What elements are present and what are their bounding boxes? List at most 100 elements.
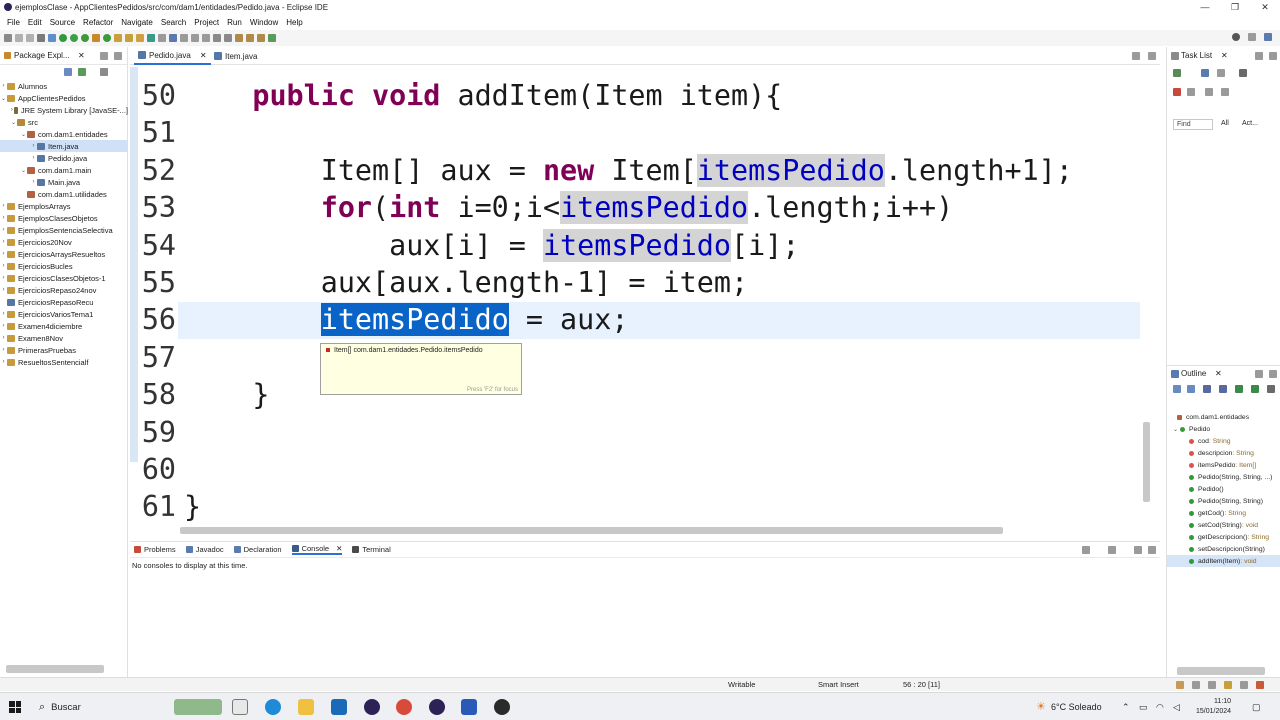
tree-item-utilidades[interactable]: com.dam1.utilidades (0, 188, 128, 200)
close-button[interactable]: ✕ (1250, 0, 1280, 15)
collapse-icon[interactable]: ⌄ (1171, 426, 1180, 433)
save-icon[interactable] (15, 34, 23, 42)
tab-item-java[interactable]: Item.java (210, 47, 261, 65)
new-task-icon[interactable] (1173, 69, 1181, 77)
collapse-icon[interactable]: ⌄ (20, 131, 27, 138)
eclipse-icon[interactable] (429, 699, 445, 715)
expand-icon[interactable]: › (0, 251, 7, 257)
tree-item-ejerciciosbucles[interactable]: › EjerciciosBucles (0, 260, 128, 272)
new-icon[interactable] (4, 34, 12, 42)
tree-item-pedido-java[interactable]: › Pedido.java (0, 152, 128, 164)
task-filter-icon[interactable] (1173, 88, 1181, 96)
expand-icon[interactable]: › (30, 155, 37, 161)
external-tools-icon[interactable] (81, 34, 89, 42)
all-filter-link[interactable]: All (1221, 120, 1229, 127)
expand-icon[interactable]: › (0, 323, 7, 329)
tree-item-ejerciciosrepasorecu[interactable]: EjerciciosRepasoRecu (0, 296, 128, 308)
tab-console[interactable]: Console ✕ (291, 544, 343, 555)
display-console-icon[interactable] (1082, 546, 1090, 554)
tab-problems[interactable]: Problems (134, 545, 176, 554)
task-view-icon[interactable] (232, 699, 248, 715)
open-type-icon[interactable] (114, 34, 122, 42)
editor-vertical-scrollbar[interactable] (1142, 67, 1151, 523)
collapse-all-icon[interactable] (1205, 88, 1213, 96)
expand-icon[interactable]: › (0, 203, 7, 209)
menu-window[interactable]: Window (246, 15, 282, 30)
outline-item[interactable]: getCod() : String (1167, 507, 1280, 519)
edge-icon[interactable] (265, 699, 281, 715)
sort-icon[interactable] (1187, 385, 1195, 393)
menu-run[interactable]: Run (223, 15, 246, 30)
outline-item[interactable]: getDescripcion() : String (1167, 531, 1280, 543)
hide-local-types-icon[interactable] (1251, 385, 1259, 393)
menu-project[interactable]: Project (190, 15, 223, 30)
volume-icon[interactable]: ◁ (1173, 702, 1180, 713)
maximize-button[interactable]: ❐ (1220, 0, 1250, 15)
outline-item[interactable]: itemsPedido : Item[] (1167, 459, 1280, 471)
expand-icon[interactable]: › (0, 347, 7, 353)
editor-horizontal-scrollbar[interactable] (180, 527, 1003, 534)
view-menu-icon[interactable] (1267, 385, 1275, 393)
link-editor-icon[interactable] (78, 68, 86, 76)
new-class-icon[interactable] (103, 34, 111, 42)
outline-scrollbar[interactable] (1177, 667, 1265, 675)
tree-item-jre-library[interactable]: › JRE System Library [JavaSE-...] (0, 104, 128, 116)
outline-item[interactable]: descripcion : String (1167, 447, 1280, 459)
tree-item-main-java[interactable]: › Main.java (0, 176, 128, 188)
outline-item[interactable]: Pedido() (1167, 483, 1280, 495)
tab-task-list[interactable]: Task List (1181, 51, 1212, 60)
minimize-view-icon[interactable] (1134, 546, 1142, 554)
search-highlight-icon[interactable] (174, 699, 222, 715)
obs-icon[interactable] (494, 699, 510, 715)
tree-item-resueltossentencialf[interactable]: › ResueltosSentencialf (0, 356, 128, 368)
tree-item-main-pkg[interactable]: ⌄ com.dam1.main (0, 164, 128, 176)
tree-item-ejerciciosvariostema1[interactable]: › EjerciciosVariosTema1 (0, 308, 128, 320)
minimize-view-icon[interactable] (1132, 52, 1140, 60)
taskbar-clock[interactable]: 11:10 15/01/2024 (1196, 697, 1231, 717)
close-icon[interactable]: ✕ (336, 544, 342, 553)
coverage-icon[interactable] (70, 34, 78, 42)
tree-item-examen4diciembre[interactable]: › Examen4diciembre (0, 320, 128, 332)
close-icon[interactable]: ✕ (78, 51, 85, 60)
last-edit-icon[interactable] (235, 34, 243, 42)
tree-item-entidades[interactable]: ⌄ com.dam1.entidades (0, 128, 128, 140)
tray-tool-icon[interactable] (1224, 681, 1232, 689)
debug-icon[interactable] (48, 34, 56, 42)
collapse-icon[interactable]: ⌄ (20, 167, 27, 174)
save-all-icon[interactable] (26, 34, 34, 42)
collapse-icon[interactable]: ⌄ (10, 119, 17, 126)
tray-tool-icon[interactable] (1208, 681, 1216, 689)
tab-javadoc[interactable]: Javadoc (185, 545, 224, 554)
tab-declaration[interactable]: Declaration (233, 545, 282, 554)
terminal-icon[interactable] (37, 34, 45, 42)
package-explorer-scrollbar[interactable] (6, 665, 104, 673)
expand-icon[interactable]: › (30, 143, 37, 149)
run-icon[interactable] (59, 34, 67, 42)
hide-static-icon[interactable] (1219, 385, 1227, 393)
minimize-view-icon[interactable] (1255, 52, 1263, 60)
menu-edit[interactable]: Edit (24, 15, 46, 30)
tab-terminal[interactable]: Terminal (352, 545, 391, 554)
tray-tool-icon[interactable] (1192, 681, 1200, 689)
view-menu-icon[interactable] (100, 68, 108, 76)
menu-help[interactable]: Help (282, 15, 306, 30)
maximize-view-icon[interactable] (1269, 370, 1277, 378)
pilcrow-icon[interactable] (202, 34, 210, 42)
block-selection-icon[interactable] (180, 34, 188, 42)
tree-item-ejerciciosrepaso24nov[interactable]: › EjerciciosRepaso24nov (0, 284, 128, 296)
expand-icon[interactable]: › (0, 335, 7, 341)
menu-search[interactable]: Search (157, 15, 190, 30)
new-java-project-icon[interactable] (92, 34, 100, 42)
file-explorer-icon[interactable] (298, 699, 314, 715)
tree-item-appclientespedidos[interactable]: ⌄ AppClientesPedidos (0, 92, 128, 104)
word-icon[interactable] (461, 699, 477, 715)
tray-tool-icon[interactable] (1176, 681, 1184, 689)
minimize-view-icon[interactable] (1255, 370, 1263, 378)
forward-icon[interactable] (257, 34, 265, 42)
expand-icon[interactable]: › (0, 311, 7, 317)
outline-item[interactable]: setCod(String) : void (1167, 519, 1280, 531)
maximize-view-icon[interactable] (1269, 52, 1277, 60)
expand-icon[interactable]: › (0, 227, 7, 233)
prev-annotation-icon[interactable] (224, 34, 232, 42)
collapse-icon[interactable]: ⌄ (0, 95, 7, 102)
